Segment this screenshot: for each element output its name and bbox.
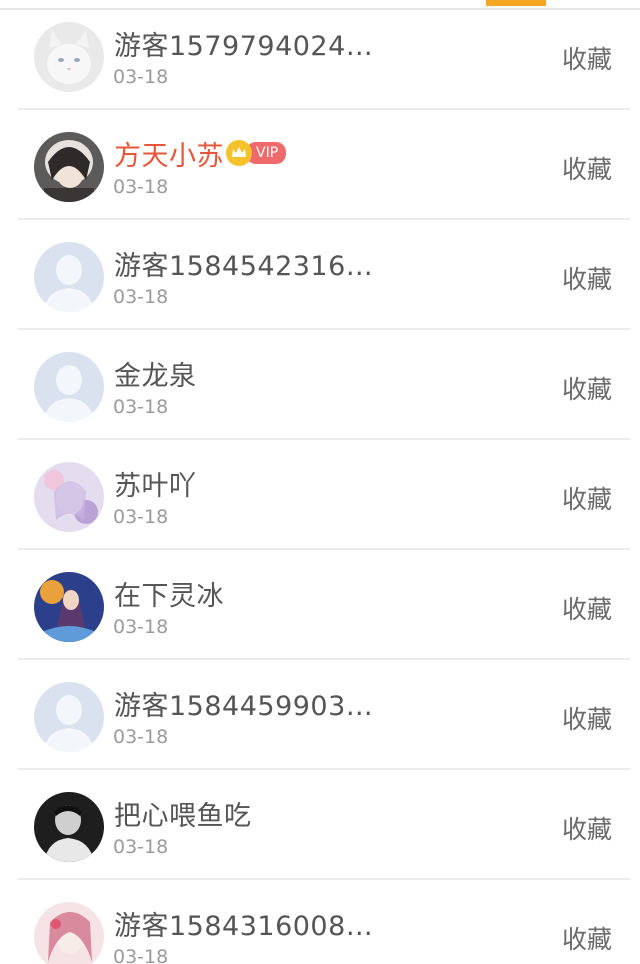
name-line: 把心喂鱼吃 — [114, 794, 252, 833]
date-label: 03-18 — [113, 396, 169, 418]
default-user-avatar-icon — [34, 242, 104, 312]
date-label: 03-18 — [113, 726, 169, 748]
avatar[interactable] — [34, 352, 104, 422]
list-item[interactable]: 在下灵冰 03-18 收藏 — [0, 550, 640, 660]
purple-anime-avatar-icon — [34, 462, 104, 532]
crown-icon — [226, 140, 252, 166]
avatar[interactable] — [34, 902, 104, 964]
avatar[interactable] — [34, 242, 104, 312]
date-label: 03-18 — [113, 66, 169, 88]
user-name[interactable]: 方天小苏 — [114, 134, 224, 173]
list-item[interactable]: 游客1584316008… 03-18 收藏 — [0, 880, 640, 964]
user-name[interactable]: 金龙泉 — [114, 354, 197, 393]
avatar[interactable] — [34, 792, 104, 862]
date-label: 03-18 — [113, 176, 169, 198]
name-line: 游客1584542316… — [114, 244, 373, 283]
date-label: 03-18 — [113, 506, 169, 528]
date-label: 03-18 — [113, 946, 169, 964]
name-line: 游客1584316008… — [114, 904, 373, 943]
user-name[interactable]: 苏叶吖 — [114, 464, 197, 503]
vip-badge: VIP — [226, 140, 287, 166]
user-name[interactable]: 游客1584316008… — [114, 904, 373, 943]
user-name[interactable]: 把心喂鱼吃 — [114, 794, 252, 833]
list-item[interactable]: 游客1579794024… 03-18 收藏 — [0, 0, 640, 110]
name-line: 方天小苏 VIP — [114, 134, 287, 173]
favorites-screen: 游客1579794024… 03-18 收藏 方天小苏 VIP 03-18 收藏… — [0, 0, 640, 964]
default-user-avatar-icon — [34, 352, 104, 422]
collect-button[interactable]: 收藏 — [562, 40, 612, 76]
vip-tag: VIP — [246, 142, 287, 164]
avatar[interactable] — [34, 132, 104, 202]
avatar[interactable] — [34, 682, 104, 752]
list-item[interactable]: 游客1584542316… 03-18 收藏 — [0, 220, 640, 330]
list-item[interactable]: 把心喂鱼吃 03-18 收藏 — [0, 770, 640, 880]
date-label: 03-18 — [113, 836, 169, 858]
list-item[interactable]: 苏叶吖 03-18 收藏 — [0, 440, 640, 550]
date-label: 03-18 — [113, 616, 169, 638]
avatar[interactable] — [34, 22, 104, 92]
collect-button[interactable]: 收藏 — [562, 810, 612, 846]
list-item[interactable]: 方天小苏 VIP 03-18 收藏 — [0, 110, 640, 220]
user-name[interactable]: 游客1584542316… — [114, 244, 373, 283]
default-user-avatar-icon — [34, 682, 104, 752]
list-item[interactable]: 金龙泉 03-18 收藏 — [0, 330, 640, 440]
name-line: 在下灵冰 — [114, 574, 224, 613]
user-name[interactable]: 游客1579794024… — [114, 24, 373, 63]
collect-button[interactable]: 收藏 — [562, 480, 612, 516]
dark-photo-avatar-icon — [34, 792, 104, 862]
collect-button[interactable]: 收藏 — [562, 920, 612, 956]
user-name[interactable]: 游客1584459903… — [114, 684, 373, 723]
collect-button[interactable]: 收藏 — [562, 370, 612, 406]
collect-button[interactable]: 收藏 — [562, 700, 612, 736]
fantasy-character-avatar-icon — [34, 572, 104, 642]
name-line: 金龙泉 — [114, 354, 197, 393]
avatar[interactable] — [34, 462, 104, 532]
collect-button[interactable]: 收藏 — [562, 150, 612, 186]
user-name[interactable]: 在下灵冰 — [114, 574, 224, 613]
white-cat-avatar-icon — [34, 22, 104, 92]
name-line: 游客1579794024… — [114, 24, 373, 63]
name-line: 游客1584459903… — [114, 684, 373, 723]
date-label: 03-18 — [113, 286, 169, 308]
name-line: 苏叶吖 — [114, 464, 197, 503]
anime-girl-avatar-icon — [34, 132, 104, 202]
pink-anime-avatar-icon — [34, 902, 104, 964]
collect-button[interactable]: 收藏 — [562, 590, 612, 626]
collect-button[interactable]: 收藏 — [562, 260, 612, 296]
avatar[interactable] — [34, 572, 104, 642]
list-item[interactable]: 游客1584459903… 03-18 收藏 — [0, 660, 640, 770]
